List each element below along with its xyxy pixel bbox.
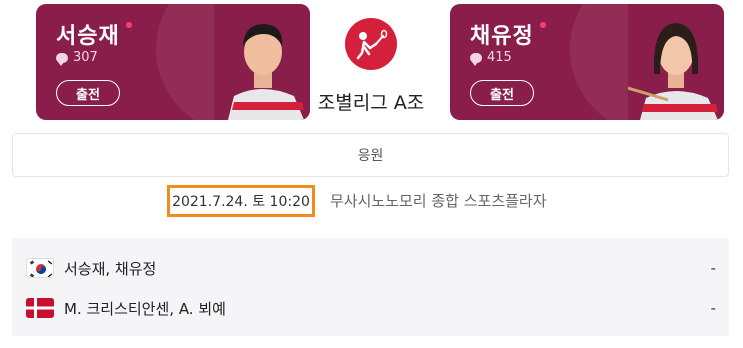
table-row: 서승재, 채유정 - (26, 255, 716, 281)
live-dot-icon (540, 22, 546, 28)
denmark-flag-icon (26, 298, 54, 318)
comment-count-value: 307 (73, 50, 98, 65)
table-row: M. 크리스티안센, A. 뵈예 - (26, 295, 716, 321)
live-dot-icon (126, 22, 132, 28)
comment-bubble-icon (56, 52, 68, 66)
player-name: 채유정 (470, 24, 534, 49)
comment-count: 415 (470, 50, 512, 66)
team-score: - (710, 299, 716, 317)
match-datetime: 2021.7.24. 토 10:20 (167, 185, 315, 217)
results-table: 서승재, 채유정 - M. 크리스티안센, A. 뵈예 - (12, 238, 729, 336)
team-name: M. 크리스티안센, A. 뵈예 (64, 299, 226, 318)
player-card-right[interactable]: 채유정 415 출전 (450, 4, 724, 120)
badminton-icon (345, 18, 397, 70)
cheer-button[interactable]: 응원 (12, 133, 729, 177)
status-badge: 출전 (56, 80, 120, 106)
comment-count-value: 415 (487, 50, 512, 65)
korea-flag-icon (26, 258, 54, 278)
player-name: 서승재 (56, 24, 120, 49)
player-photo (628, 4, 724, 120)
player-card-left[interactable]: 서승재 307 출전 (36, 4, 310, 120)
team-score: - (710, 259, 716, 277)
player-photo (214, 4, 310, 120)
group-title: 조별리그 A조 (317, 92, 425, 114)
team-name: 서승재, 채유정 (64, 259, 157, 278)
comment-bubble-icon (470, 52, 482, 66)
comment-count: 307 (56, 50, 98, 66)
status-badge: 출전 (470, 80, 534, 106)
match-venue: 무사시노노모리 종합 스포츠플라자 (330, 192, 547, 210)
